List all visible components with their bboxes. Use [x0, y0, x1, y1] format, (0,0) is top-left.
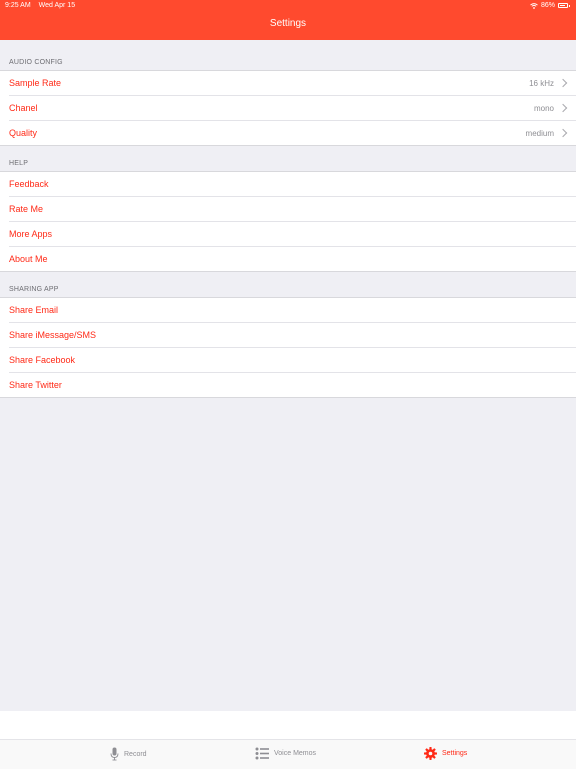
- row-label: More Apps: [9, 229, 53, 239]
- row-label: Share iMessage/SMS: [9, 330, 97, 340]
- row-label: About Me: [9, 254, 48, 264]
- status-date: Wed Apr 15: [38, 2, 76, 9]
- help-row-about-me[interactable]: About Me: [9, 247, 576, 271]
- help-group: Feedback Rate Me More Apps About Me: [0, 171, 576, 272]
- row-label: Sample Rate: [9, 78, 62, 88]
- row-label: Feedback: [9, 179, 49, 189]
- share-row-email[interactable]: Share Email: [9, 298, 576, 323]
- tab-record-label: Record: [124, 750, 147, 758]
- setting-row-chanel[interactable]: Chanel mono: [9, 96, 576, 121]
- help-row-rate-me[interactable]: Rate Me: [9, 197, 576, 222]
- tab-record[interactable]: Record: [110, 747, 147, 761]
- status-bar: 9:25 AM Wed Apr 15 86%: [0, 0, 576, 12]
- battery-icon: [558, 3, 568, 8]
- tab-voice-memos[interactable]: Voice Memos: [255, 747, 316, 760]
- chevron-right-icon: [558, 128, 568, 138]
- section-header-sharing-app: SHARING APP: [9, 286, 59, 293]
- tab-settings[interactable]: Settings: [424, 747, 467, 760]
- page-title: Settings: [269, 18, 307, 29]
- row-value: 16 kHz: [529, 78, 554, 88]
- row-label: Quality: [9, 128, 38, 138]
- row-label: Share Twitter: [9, 380, 62, 390]
- row-detail: medium: [525, 128, 568, 138]
- status-time: 9:25 AM: [5, 2, 31, 9]
- row-label: Share Email: [9, 305, 59, 315]
- setting-row-sample-rate[interactable]: Sample Rate 16 kHz: [9, 71, 576, 96]
- row-label: Share Facebook: [9, 355, 76, 365]
- row-label: Chanel: [9, 103, 38, 113]
- share-row-twitter[interactable]: Share Twitter: [9, 373, 576, 397]
- sharing-group: Share Email Share iMessage/SMS Share Fac…: [0, 297, 576, 398]
- chevron-right-icon: [558, 103, 568, 113]
- gear-icon: [424, 747, 437, 760]
- help-row-feedback[interactable]: Feedback: [9, 172, 576, 197]
- row-detail: mono: [533, 103, 568, 113]
- tab-settings-label: Settings: [442, 750, 468, 757]
- navigation-header: 9:25 AM Wed Apr 15 86% Settings: [0, 0, 576, 40]
- setting-row-quality[interactable]: Quality medium: [9, 121, 576, 145]
- tab-voice-memos-label: Voice Memos: [274, 750, 317, 757]
- audio-config-group: Sample Rate 16 kHz Chanel mono Quality m…: [0, 70, 576, 146]
- row-detail: 16 kHz: [529, 78, 568, 88]
- share-row-imessage[interactable]: Share iMessage/SMS: [9, 323, 576, 348]
- section-header-audio-config: AUDIO CONFIG: [9, 59, 63, 66]
- status-right: 86%: [530, 2, 570, 9]
- battery-nub: [569, 4, 570, 7]
- blank-band: [0, 711, 576, 739]
- help-row-more-apps[interactable]: More Apps: [9, 222, 576, 247]
- status-left: 9:25 AM Wed Apr 15: [5, 2, 75, 9]
- tab-bar: Record Voice Memos Settings: [0, 739, 576, 769]
- list-icon: [255, 747, 269, 760]
- share-row-facebook[interactable]: Share Facebook: [9, 348, 576, 373]
- row-label: Rate Me: [9, 204, 44, 214]
- section-header-help: HELP: [9, 160, 29, 167]
- row-value: medium: [525, 128, 554, 138]
- chevron-right-icon: [558, 78, 568, 88]
- wifi-icon: [530, 2, 538, 9]
- battery-percent: 86%: [540, 2, 555, 9]
- row-value: mono: [533, 103, 554, 113]
- microphone-icon: [110, 747, 119, 761]
